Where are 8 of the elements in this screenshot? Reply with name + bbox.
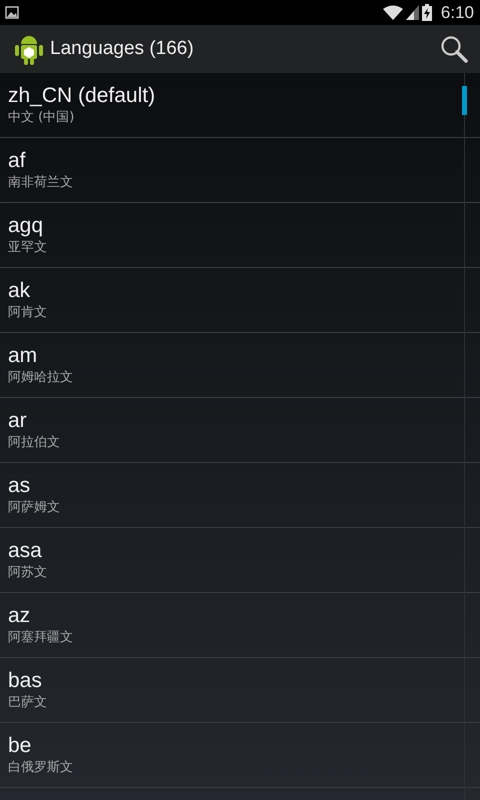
signal-icon xyxy=(406,5,419,20)
battery-charging-icon xyxy=(422,4,432,21)
search-icon[interactable] xyxy=(440,35,468,63)
screen-title: Languages (166) xyxy=(50,38,195,60)
clock-time: 6:10 xyxy=(440,2,474,22)
wifi-icon xyxy=(382,5,403,20)
image-notification-icon xyxy=(5,6,19,19)
android-robot-icon xyxy=(14,33,44,65)
